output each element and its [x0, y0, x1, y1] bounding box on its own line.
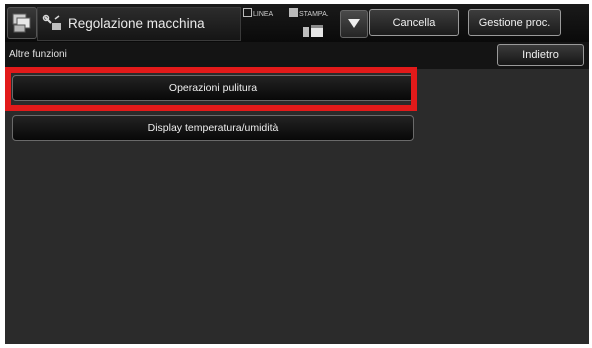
home-button[interactable] [7, 7, 37, 39]
line-checkbox [243, 8, 252, 17]
stacked-documents-icon [12, 13, 31, 33]
print-indicator-label: STAMPA. [299, 11, 329, 18]
line-indicator: LINEA [243, 8, 273, 20]
back-button[interactable]: Indietro [497, 44, 584, 66]
triangle-down-icon [348, 19, 360, 28]
machine-settings-icon [42, 14, 61, 30]
job-status-button[interactable]: Gestione proc. [468, 9, 561, 36]
sub-header: Altre funzioni Indietro [5, 42, 589, 69]
cleaning-operations-button[interactable]: Operazioni pulitura [12, 75, 414, 101]
panel-screen: Regolazione macchina LINEA STAMPA. Cance… [5, 4, 589, 344]
mode-title: Regolazione macchina [68, 16, 205, 31]
print-checkbox [289, 8, 298, 17]
temperature-humidity-display-button[interactable]: Display temperatura/umidità [12, 115, 414, 141]
print-indicator: STAMPA. [289, 8, 329, 20]
cancel-button[interactable]: Cancella [369, 9, 459, 36]
mode-title-area: Regolazione macchina [37, 7, 241, 41]
status-dropdown-button[interactable] [340, 10, 368, 38]
header-bar: Regolazione macchina LINEA STAMPA. Cance… [5, 4, 589, 43]
print-job-icon [303, 25, 323, 37]
line-indicator-label: LINEA [253, 11, 274, 18]
page-title: Altre funzioni [9, 49, 67, 60]
